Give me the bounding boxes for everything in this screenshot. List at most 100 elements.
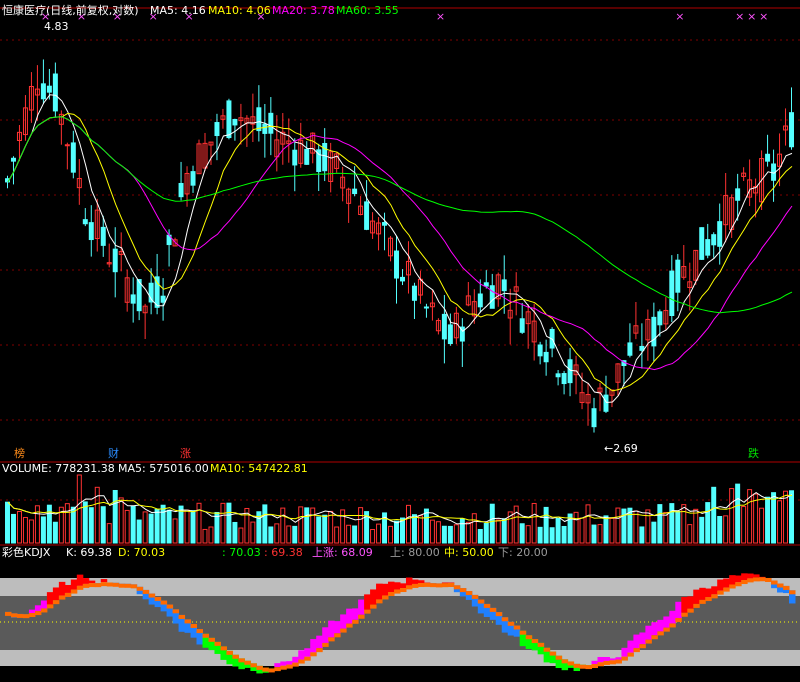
kdj-fill bbox=[753, 574, 760, 578]
volume-bar bbox=[316, 516, 322, 544]
candle[interactable] bbox=[268, 112, 274, 134]
kdj-d-band bbox=[76, 585, 84, 590]
kdj-fill bbox=[352, 608, 359, 620]
candle[interactable] bbox=[46, 85, 52, 93]
candle[interactable] bbox=[555, 373, 561, 378]
volume-bar bbox=[226, 502, 232, 544]
candle[interactable] bbox=[364, 201, 370, 230]
candle[interactable] bbox=[262, 123, 268, 134]
candle[interactable] bbox=[441, 313, 447, 340]
candle[interactable] bbox=[543, 351, 549, 363]
candle[interactable] bbox=[483, 282, 489, 287]
kdj-d-band bbox=[405, 585, 413, 590]
candle[interactable] bbox=[178, 182, 184, 198]
candlestick-chart[interactable]: × × × × × × × × × × ×恒康医疗(日线,前复权,对数) MA5: 4.16 MA10:… bbox=[0, 0, 800, 682]
candle[interactable] bbox=[190, 171, 196, 186]
candle[interactable] bbox=[561, 373, 567, 385]
kdj-fill bbox=[58, 581, 66, 596]
candle[interactable] bbox=[627, 342, 633, 356]
volume-bar bbox=[441, 525, 447, 544]
candle[interactable] bbox=[501, 279, 507, 292]
volume-bar bbox=[597, 524, 603, 544]
kdj-fill bbox=[693, 589, 700, 604]
kdj-d-band bbox=[370, 604, 377, 609]
kdj-fill bbox=[663, 616, 670, 628]
candle[interactable] bbox=[88, 222, 94, 241]
kdj-d-band bbox=[52, 600, 60, 605]
kdj-d-band bbox=[543, 647, 551, 652]
kdj-fill bbox=[735, 575, 742, 583]
kdj-d-band bbox=[555, 655, 563, 660]
candle[interactable] bbox=[70, 142, 76, 173]
kdj-fill bbox=[82, 578, 90, 584]
candle[interactable] bbox=[765, 153, 771, 162]
candle[interactable] bbox=[82, 219, 88, 225]
candle[interactable] bbox=[394, 250, 399, 279]
candle[interactable] bbox=[603, 394, 609, 412]
candle[interactable] bbox=[130, 294, 136, 304]
candle[interactable] bbox=[651, 316, 657, 347]
candle[interactable] bbox=[477, 293, 483, 308]
candle[interactable] bbox=[735, 188, 741, 201]
candle[interactable] bbox=[447, 324, 453, 345]
volume-bar bbox=[298, 506, 304, 544]
candle[interactable] bbox=[256, 107, 262, 132]
kdj-d-band bbox=[447, 582, 455, 587]
candle[interactable] bbox=[789, 112, 794, 148]
candle[interactable] bbox=[675, 259, 681, 293]
candle[interactable] bbox=[717, 221, 723, 247]
kdj-fill bbox=[346, 608, 353, 624]
candle[interactable] bbox=[112, 248, 118, 273]
candle[interactable] bbox=[705, 239, 711, 256]
candle[interactable] bbox=[64, 144, 70, 147]
kdj-d-band bbox=[423, 582, 431, 587]
candle[interactable] bbox=[10, 157, 16, 162]
candle[interactable] bbox=[669, 270, 675, 316]
candle[interactable] bbox=[40, 83, 46, 100]
kdj-d-band bbox=[280, 665, 287, 670]
candle[interactable] bbox=[232, 118, 238, 126]
candle[interactable] bbox=[639, 345, 645, 351]
candle[interactable] bbox=[699, 227, 705, 260]
kdj-d-band bbox=[693, 603, 700, 608]
candle[interactable] bbox=[411, 285, 417, 301]
kdj-fill bbox=[376, 583, 383, 600]
kdj-fill bbox=[322, 627, 329, 643]
kdj-d-band bbox=[789, 590, 796, 595]
candle[interactable] bbox=[591, 408, 597, 428]
candle[interactable] bbox=[400, 276, 405, 282]
kdj-d-band bbox=[465, 591, 473, 596]
volume-bar bbox=[783, 490, 789, 544]
volume-bar bbox=[789, 490, 794, 544]
candle[interactable] bbox=[160, 295, 166, 303]
kdj-d-band bbox=[310, 652, 317, 657]
candle[interactable] bbox=[423, 306, 429, 309]
candle[interactable] bbox=[52, 73, 58, 112]
kdj-fill bbox=[88, 580, 96, 584]
candle[interactable] bbox=[657, 311, 663, 326]
volume-bar bbox=[52, 521, 58, 544]
kdj-fill bbox=[280, 661, 287, 666]
candle[interactable] bbox=[214, 122, 220, 137]
kdj-d-band bbox=[256, 665, 263, 670]
volume-bar bbox=[154, 508, 160, 544]
kdj-d-band bbox=[621, 656, 628, 661]
volume-bar bbox=[591, 524, 597, 544]
kdj-d-band bbox=[202, 633, 209, 638]
candle[interactable] bbox=[226, 100, 232, 139]
candle[interactable] bbox=[567, 359, 573, 384]
candle[interactable] bbox=[154, 276, 160, 308]
candle[interactable] bbox=[100, 226, 106, 246]
candle[interactable] bbox=[537, 344, 543, 357]
candle[interactable] bbox=[382, 222, 388, 226]
candle[interactable] bbox=[304, 148, 310, 165]
candle[interactable] bbox=[711, 234, 717, 246]
ma10-line bbox=[7, 112, 793, 392]
candle[interactable] bbox=[519, 318, 525, 333]
candle[interactable] bbox=[352, 188, 358, 195]
volume-bar bbox=[310, 507, 316, 544]
candle[interactable] bbox=[292, 149, 298, 166]
volume-bar bbox=[148, 513, 154, 544]
candle[interactable] bbox=[489, 285, 495, 309]
kdj-fill bbox=[292, 656, 299, 663]
